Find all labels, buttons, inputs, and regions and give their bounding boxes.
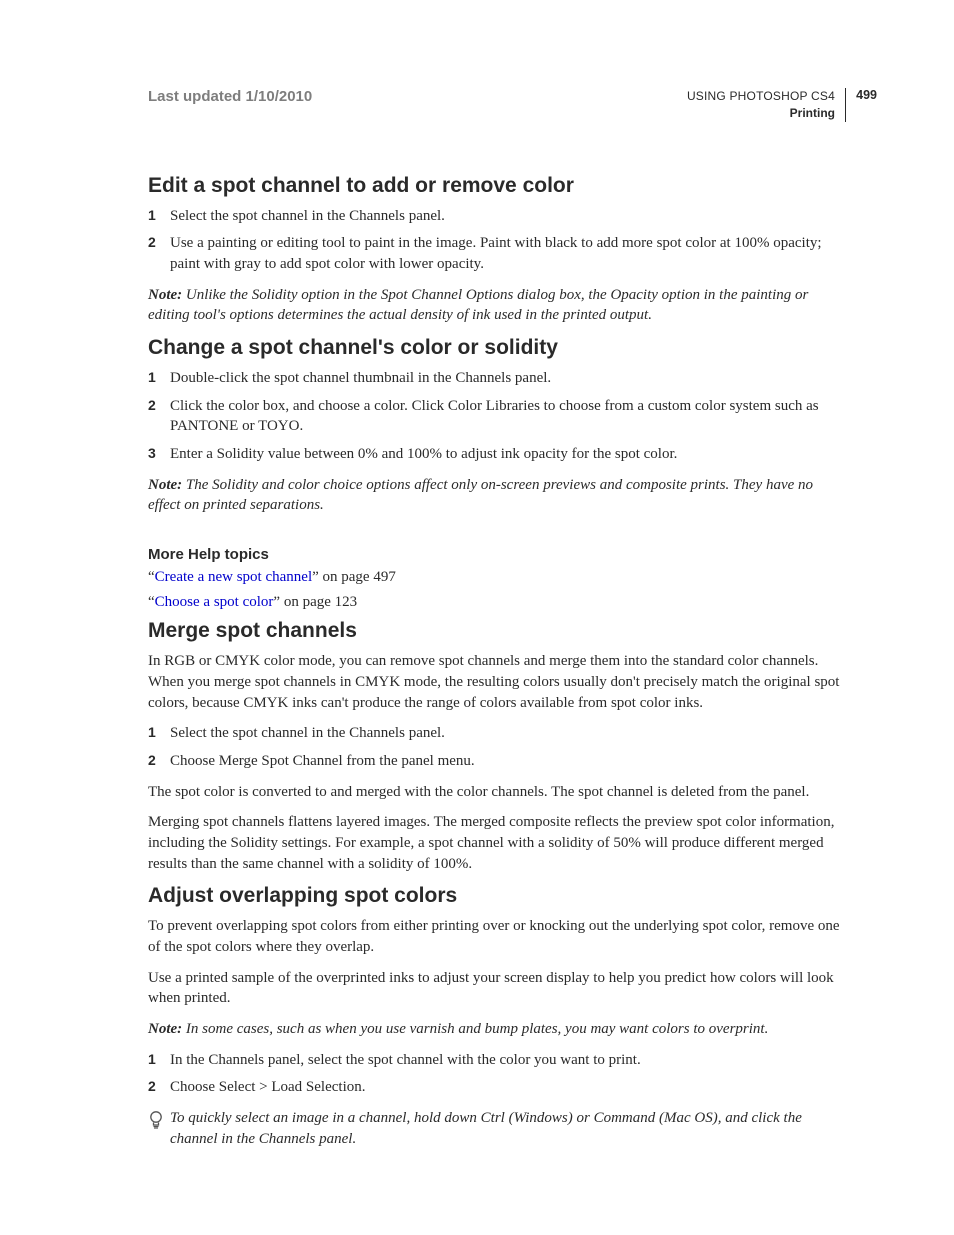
more-help-heading: More Help topics (148, 546, 846, 563)
steps-list: Select the spot channel in the Channels … (148, 206, 846, 275)
help-link-row: “Create a new spot channel” on page 497 (148, 569, 846, 586)
note-body: The Solidity and color choice options af… (148, 477, 813, 514)
note-label: Note: (148, 1021, 186, 1037)
step-item: Choose Merge Spot Channel from the panel… (148, 751, 846, 772)
note-body: Unlike the Solidity option in the Spot C… (148, 287, 808, 324)
help-link-row: “Choose a spot color” on page 123 (148, 594, 846, 611)
last-updated: Last updated 1/10/2010 (148, 88, 312, 105)
heading-adjust-overlapping: Adjust overlapping spot colors (148, 884, 846, 908)
note: Note: The Solidity and color choice opti… (148, 475, 846, 516)
step-item: Select the spot channel in the Channels … (148, 206, 846, 227)
heading-change-spot-channel: Change a spot channel's color or solidit… (148, 336, 846, 360)
note: Note: Unlike the Solidity option in the … (148, 285, 846, 326)
link-choose-spot-color[interactable]: Choose a spot color (155, 594, 274, 610)
steps-list: In the Channels panel, select the spot c… (148, 1050, 846, 1098)
paragraph: The spot color is converted to and merge… (148, 782, 846, 803)
quote-open: “ (148, 594, 155, 610)
step-item: Use a painting or editing tool to paint … (148, 233, 846, 274)
step-item: Choose Select > Load Selection. (148, 1077, 846, 1098)
step-item: Click the color box, and choose a color.… (148, 396, 846, 437)
paragraph: Merging spot channels flattens layered i… (148, 812, 846, 874)
page-content: Last updated 1/10/2010 499 USING PHOTOSH… (0, 0, 954, 1210)
page-number: 499 (856, 87, 877, 105)
heading-merge-spot-channels: Merge spot channels (148, 619, 846, 643)
doc-meta: 499 USING PHOTOSHOP CS4 Printing (687, 88, 846, 122)
steps-list: Select the spot channel in the Channels … (148, 723, 846, 771)
link-suffix: ” on page 123 (273, 594, 357, 610)
lightbulb-icon (148, 1110, 164, 1132)
tip-block: To quickly select an image in a channel,… (148, 1108, 846, 1149)
paragraph: Use a printed sample of the overprinted … (148, 968, 846, 1009)
steps-list: Double-click the spot channel thumbnail … (148, 368, 846, 465)
tip-text: To quickly select an image in a channel,… (170, 1108, 846, 1149)
step-item: Enter a Solidity value between 0% and 10… (148, 444, 846, 465)
paragraph: In RGB or CMYK color mode, you can remov… (148, 651, 846, 713)
link-suffix: ” on page 497 (312, 569, 396, 585)
page-header: Last updated 1/10/2010 499 USING PHOTOSH… (148, 88, 846, 122)
step-item: Select the spot channel in the Channels … (148, 723, 846, 744)
note-label: Note: (148, 477, 186, 493)
note-body: In some cases, such as when you use varn… (186, 1021, 768, 1037)
doc-section: Printing (687, 105, 835, 122)
paragraph: To prevent overlapping spot colors from … (148, 916, 846, 957)
step-item: In the Channels panel, select the spot c… (148, 1050, 846, 1071)
link-create-spot-channel[interactable]: Create a new spot channel (155, 569, 312, 585)
doc-title: USING PHOTOSHOP CS4 (687, 88, 835, 105)
heading-edit-spot-channel: Edit a spot channel to add or remove col… (148, 174, 846, 198)
quote-open: “ (148, 569, 155, 585)
note: Note: In some cases, such as when you us… (148, 1019, 846, 1040)
note-label: Note: (148, 287, 186, 303)
step-item: Double-click the spot channel thumbnail … (148, 368, 846, 389)
